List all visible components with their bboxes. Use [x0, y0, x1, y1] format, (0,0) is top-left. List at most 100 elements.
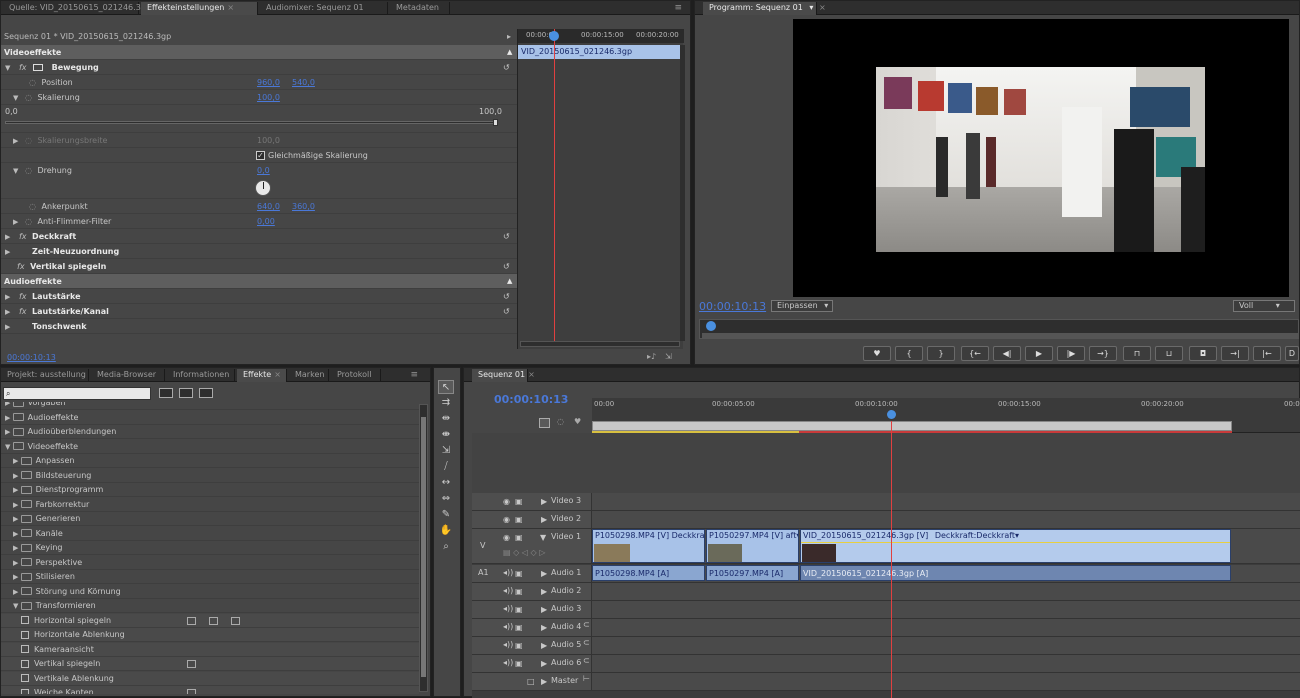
vertical-scrollbar[interactable]	[680, 45, 685, 341]
effect-folder[interactable]: ▶ Vorgaben	[1, 402, 419, 410]
timeline-ruler[interactable]: 00:00 00:00:05:00 00:00:10:00 00:00:15:0…	[592, 398, 1300, 433]
collapse-icon[interactable]: ▲	[507, 274, 512, 289]
speaker-icon[interactable]: ◂))	[503, 568, 513, 577]
tab-metadata[interactable]: Metadaten	[390, 2, 450, 15]
close-icon[interactable]: ×	[819, 3, 826, 12]
expand-arrow-icon[interactable]: ▶	[541, 569, 547, 578]
scale-value[interactable]: 100,0	[257, 90, 280, 105]
stopwatch-icon[interactable]: ◌	[29, 78, 36, 87]
track-audio4[interactable]: ◂)) ▣ ▶ Audio 4 ⊂	[472, 619, 1300, 637]
playhead-marker-icon[interactable]	[706, 321, 716, 331]
effect-item[interactable]: Weiche Kanten	[1, 686, 419, 694]
effect-row-time-remap[interactable]: ▶ Zeit-Neuzuordnung	[1, 244, 517, 259]
close-icon[interactable]: ×	[528, 370, 535, 379]
track-audio5[interactable]: ◂)) ▣ ▶ Audio 5 ⊂	[472, 637, 1300, 655]
effect-folder[interactable]: ▶ Störung und Körnung	[1, 585, 419, 599]
disclosure-triangle-icon[interactable]: ▶	[13, 472, 21, 480]
scale-slider-handle[interactable]	[493, 119, 498, 126]
effect-folder[interactable]: ▶ Keying	[1, 541, 419, 555]
disclosure-triangle-icon[interactable]: ▼	[5, 64, 10, 72]
film-icon[interactable]: ▣	[515, 497, 523, 506]
hand-tool-icon[interactable]: ✋	[438, 524, 454, 538]
reset-icon[interactable]: ↺	[503, 289, 510, 304]
track-audio6[interactable]: ◂)) ▣ ▶ Audio 6 ⊂	[472, 655, 1300, 673]
playhead-marker-icon[interactable]	[549, 31, 559, 41]
video-canvas[interactable]	[793, 19, 1289, 297]
program-scrub-bar[interactable]	[699, 319, 1299, 339]
reset-icon[interactable]: ↺	[503, 304, 510, 319]
reset-icon[interactable]: ↺	[503, 259, 510, 274]
disclosure-triangle-icon[interactable]: ▶	[13, 486, 21, 494]
disclosure-triangle-icon[interactable]: ▶	[5, 323, 10, 331]
close-icon[interactable]: ×	[274, 370, 281, 379]
film-icon[interactable]: ▣	[515, 515, 523, 524]
link-icon[interactable]: ◌	[557, 417, 564, 426]
disclosure-triangle-icon[interactable]: ▶	[13, 457, 21, 465]
disclosure-triangle-icon[interactable]: ▶	[13, 544, 21, 552]
expand-arrow-icon[interactable]: ▼	[540, 533, 546, 542]
slip-tool-icon[interactable]: ↔	[438, 476, 454, 490]
track-video2[interactable]: ◉ ▣ ▶ Video 2	[472, 511, 1300, 529]
track-master[interactable]: □ ▶ Master ⊢	[472, 673, 1300, 691]
video-clip[interactable]: P1050297.MP4 [V] aft▾	[706, 529, 799, 563]
effect-item[interactable]: Horizontale Ablenkung	[1, 628, 419, 642]
effect-controls-timecode[interactable]: 00:00:10:13	[7, 353, 56, 362]
work-area-bar[interactable]	[592, 421, 1232, 431]
expand-arrow-icon[interactable]: ▸	[507, 29, 511, 44]
ripple-edit-tool-icon[interactable]: ⇹	[438, 412, 454, 426]
stopwatch-icon[interactable]: ◌	[29, 202, 36, 211]
tab-sequence[interactable]: Sequenz 01 ×	[472, 369, 535, 382]
eye-icon[interactable]: ◉	[503, 515, 510, 524]
audio-clip[interactable]: VID_20150615_021246.3gp [A]	[800, 565, 1231, 581]
tab-audio-mixer[interactable]: Audiomixer: Sequenz 01	[260, 2, 388, 15]
v-target-label[interactable]: V	[480, 541, 485, 550]
disclosure-triangle-icon[interactable]: ▶	[5, 233, 10, 241]
tab-program[interactable]: Programm: Sequenz 01 ▾ ×	[703, 2, 826, 15]
effect-folder[interactable]: ▶ Anpassen	[1, 454, 419, 468]
tab-history[interactable]: Protokoll	[331, 369, 381, 382]
film-icon[interactable]: ▣	[515, 641, 523, 650]
track-audio3[interactable]: ◂)) ▣ ▶ Audio 3	[472, 601, 1300, 619]
speaker-icon[interactable]: ◂))	[503, 604, 513, 613]
effect-item[interactable]: Kameraansicht	[1, 642, 419, 657]
audio-clip[interactable]: P1050298.MP4 [A]	[592, 565, 705, 581]
disclosure-triangle-icon[interactable]: ▼	[13, 167, 18, 175]
effect-folder[interactable]: ▶ Audioeffekte	[1, 411, 419, 425]
speaker-icon[interactable]: ◂))	[503, 658, 513, 667]
slide-tool-icon[interactable]: ⇔	[438, 492, 454, 506]
tab-media-browser[interactable]: Media-Browser	[91, 369, 165, 382]
disclosure-triangle-icon[interactable]: ▶	[5, 414, 13, 422]
stopwatch-icon[interactable]: ◌	[25, 217, 32, 226]
effect-folder[interactable]: ▶ Generieren	[1, 512, 419, 526]
step-back-button[interactable]: ◀|	[993, 346, 1021, 361]
timeline-timecode[interactable]: 00:00:10:13	[494, 393, 568, 406]
pen-tool-icon[interactable]: ✎	[438, 508, 454, 522]
razor-tool-icon[interactable]: ⧸	[438, 460, 454, 474]
track-video1[interactable]: V ◉ ▣ ▼ Video 1 ▤ ◇ ◁ ◇ ▷ P1050298.MP4 […	[472, 529, 1300, 564]
collapse-icon[interactable]: ▲	[507, 45, 512, 60]
effect-timeline[interactable]: 00:00:00 00:00:15:00 00:00:20:00 VID_201…	[517, 29, 685, 349]
effect-folder[interactable]: ▶ Audioüberblendungen	[1, 425, 419, 439]
video-clip[interactable]: P1050298.MP4 [V] Deckkraft▾	[592, 529, 705, 563]
film-icon[interactable]: ▣	[515, 659, 523, 668]
go-to-out-button[interactable]: →}	[1089, 346, 1117, 361]
effect-folder[interactable]: ▶ Stilisieren	[1, 570, 419, 584]
expand-arrow-icon[interactable]: ▶	[541, 641, 547, 650]
expand-arrow-icon[interactable]: ▶	[541, 497, 547, 506]
scrollbar-thumb[interactable]	[421, 417, 426, 677]
track-audio1[interactable]: A1 ◂)) ▣ ▶ Audio 1 P1050298.MP4 [A] P105…	[472, 565, 1300, 583]
add-marker-icon[interactable]: ♥	[574, 417, 581, 426]
yuv-filter-icon[interactable]	[199, 388, 213, 398]
snap-icon[interactable]	[539, 418, 550, 428]
timeline-playhead-marker-icon[interactable]	[887, 410, 896, 419]
effect-row-motion[interactable]: ▼ fx Bewegung ↺	[1, 60, 517, 75]
accelerated-filter-icon[interactable]	[159, 388, 173, 398]
step-forward-button[interactable]: |▶	[1057, 346, 1085, 361]
film-icon[interactable]: ▣	[515, 569, 523, 578]
audio-clip[interactable]: P1050297.MP4 [A]	[706, 565, 799, 581]
stopwatch-icon[interactable]: ◌	[25, 136, 32, 145]
uniform-scale-checkbox[interactable]: ✓	[256, 151, 265, 160]
disclosure-triangle-icon[interactable]: ▶	[13, 573, 21, 581]
effect-folder[interactable]: ▶ Farbkorrektur	[1, 498, 419, 512]
rotation-value[interactable]: 0,0	[257, 163, 270, 178]
